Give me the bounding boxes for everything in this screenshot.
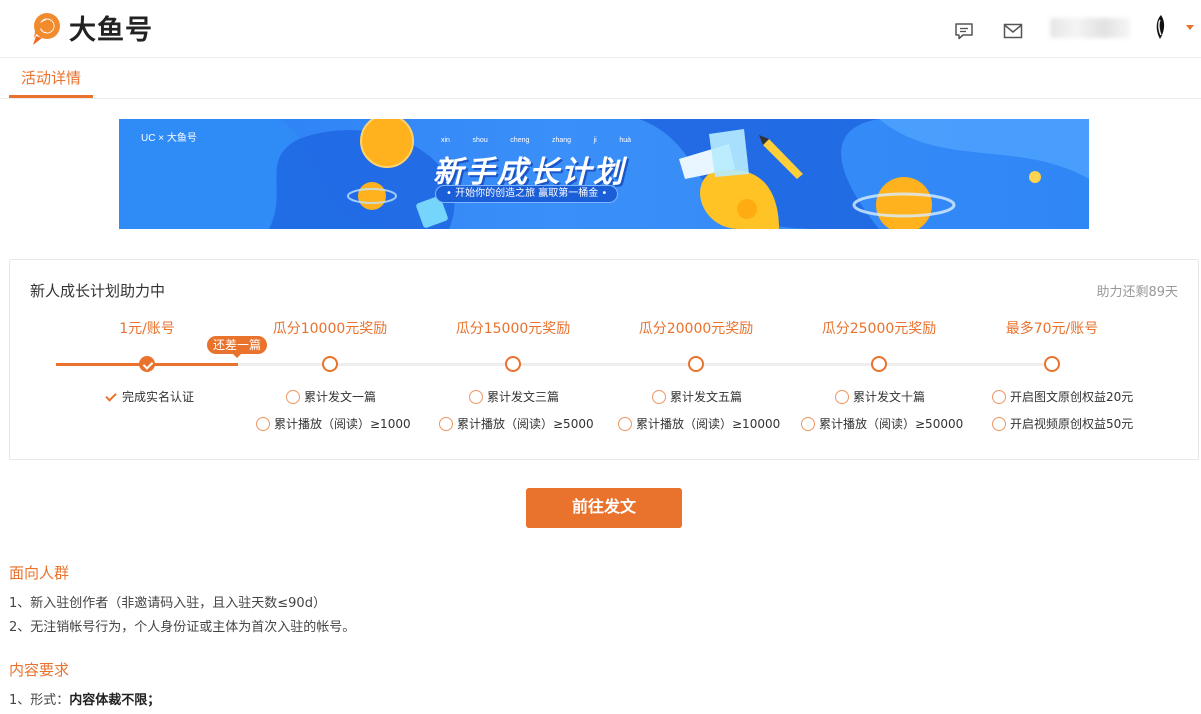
go-post-button[interactable]: 前往发文 bbox=[526, 488, 682, 528]
unchecked-circle-icon bbox=[801, 416, 815, 431]
banner-brand: UC × 大鱼号 bbox=[141, 133, 197, 144]
growth-progress-card: 新人成长计划助力中 助力还剩89天 1元/账号 瓜分10000元奖励 瓜分150… bbox=[9, 259, 1199, 460]
pinyin-1: xin bbox=[441, 137, 450, 144]
avatar[interactable] bbox=[1148, 12, 1174, 42]
requirement-item: 累计发文三篇 bbox=[469, 388, 559, 405]
pinyin-3: cheng bbox=[510, 137, 530, 144]
unchecked-circle-icon bbox=[992, 416, 1006, 431]
stage-node-5 bbox=[871, 356, 887, 372]
section-title-content: 内容要求 bbox=[9, 661, 70, 679]
top-header: 大鱼号 bbox=[0, 0, 1201, 58]
progress-title: 新人成长计划助力中 bbox=[30, 282, 166, 300]
unchecked-circle-icon bbox=[652, 389, 666, 404]
check-icon bbox=[104, 390, 118, 404]
days-remaining: 助力还剩89天 bbox=[1096, 285, 1178, 300]
username-redacted[interactable] bbox=[1050, 18, 1130, 38]
stage-label-4: 瓜分20000元奖励 bbox=[638, 321, 754, 337]
banner-subtitle: • 开始你的创造之旅 赢取第一桶金 • bbox=[435, 185, 619, 203]
logo[interactable]: 大鱼号 bbox=[31, 8, 153, 47]
unchecked-circle-icon bbox=[469, 389, 483, 404]
banner-pinyin: xin shou cheng zhang ji huà bbox=[441, 137, 631, 144]
stage-node-4 bbox=[688, 356, 704, 372]
requirement-item: 开启视频原创权益50元 bbox=[992, 415, 1133, 432]
logo-fish-icon bbox=[33, 12, 60, 45]
unchecked-circle-icon bbox=[835, 389, 849, 404]
pinyin-4: zhang bbox=[551, 137, 572, 144]
unchecked-circle-icon bbox=[618, 416, 632, 431]
stage-label-3: 瓜分15000元奖励 bbox=[455, 321, 571, 337]
stage-node-2 bbox=[322, 356, 338, 372]
unchecked-circle-icon bbox=[286, 389, 300, 404]
stage-node-1 bbox=[139, 356, 155, 372]
requirement-item: 累计发文一篇 bbox=[286, 388, 376, 405]
section-title-audience: 面向人群 bbox=[9, 564, 70, 582]
unchecked-circle-icon bbox=[992, 389, 1006, 404]
unchecked-circle-icon bbox=[256, 416, 270, 431]
remaining-tip-badge: 还差一篇 bbox=[207, 336, 268, 358]
pinyin-5: ji bbox=[593, 137, 597, 144]
logo-text: 大鱼号 bbox=[69, 15, 153, 46]
pinyin-2: shou bbox=[472, 137, 488, 144]
tab-activity-details[interactable]: 活动详情 bbox=[9, 58, 93, 98]
requirement-item: 累计发文五篇 bbox=[652, 388, 742, 405]
requirement-item: 完成实名认证 bbox=[104, 388, 194, 405]
growth-plan-banner[interactable]: UC × 大鱼号 xin shou cheng zhang ji huà 新手成… bbox=[119, 119, 1089, 229]
audience-line-1: 1、新入驻创作者（非邀请码入驻，且入驻天数≤90d） bbox=[9, 596, 326, 611]
stage-node-6 bbox=[1044, 356, 1060, 372]
requirement-item: 累计播放（阅读）≥5000 bbox=[439, 415, 594, 432]
requirement-item: 累计播放（阅读）≥1000 bbox=[256, 415, 411, 432]
message-icon[interactable] bbox=[954, 22, 974, 40]
requirement-item: 累计发文十篇 bbox=[835, 388, 925, 405]
stage-label-6: 最多70元/账号 bbox=[1005, 321, 1099, 337]
audience-line-2: 2、无注销帐号行为，个人身份证或主体为首次入驻的帐号。 bbox=[9, 620, 356, 635]
requirement-item: 累计播放（阅读）≥50000 bbox=[801, 415, 963, 432]
stage-label-5: 瓜分25000元奖励 bbox=[821, 321, 937, 337]
mail-icon[interactable] bbox=[1003, 22, 1023, 40]
stage-node-3 bbox=[505, 356, 521, 372]
pinyin-6: huà bbox=[619, 137, 631, 144]
unchecked-circle-icon bbox=[439, 416, 453, 431]
content-line-1: 1、形式：内容体裁不限； bbox=[9, 693, 161, 708]
stage-label-2: 瓜分10000元奖励 bbox=[272, 321, 388, 337]
requirement-item: 开启图文原创权益20元 bbox=[992, 388, 1133, 405]
stage-label-1: 1元/账号 bbox=[119, 321, 175, 337]
chevron-down-icon[interactable] bbox=[1186, 25, 1194, 30]
requirement-item: 累计播放（阅读）≥10000 bbox=[618, 415, 780, 432]
tab-bar: 活动详情 bbox=[0, 58, 1201, 99]
